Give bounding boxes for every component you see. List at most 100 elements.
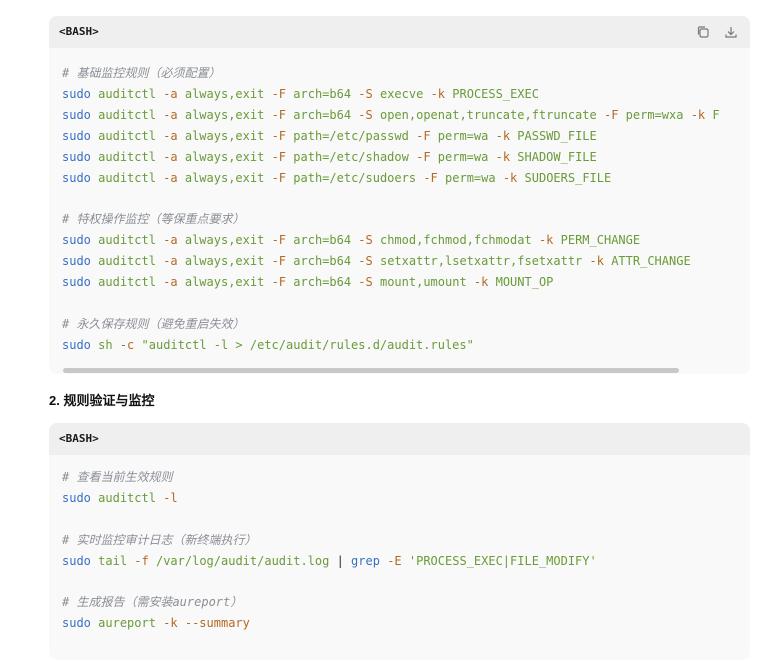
- code-token: # 生成报告（需安装aureport）: [62, 595, 243, 610]
- code-token: # 实时监控审计日志（新终端执行）: [62, 532, 257, 547]
- code-token: -a: [163, 107, 178, 122]
- code-token: arch=b64: [293, 254, 352, 269]
- code-token: mount,umount: [379, 275, 467, 289]
- code-token: -F: [416, 128, 431, 143]
- code-token: sudo: [62, 128, 91, 143]
- code-token: -F: [416, 149, 431, 164]
- code-token: 'PROCESS_EXEC|FILE_MODIFY': [408, 553, 597, 568]
- code-token: auditctl: [98, 107, 156, 122]
- code-token: --summary: [184, 616, 250, 631]
- code-token: -k: [538, 233, 554, 248]
- code-token: perm=wa: [445, 170, 496, 185]
- code-block-1: <BASH> # 基础监控规则（必须配置） sudo auditctl -a al…: [49, 16, 750, 374]
- code-token: always,exit: [184, 275, 265, 289]
- code-token: sudo: [62, 170, 91, 185]
- code-token: PERM_CHANGE: [560, 233, 641, 248]
- horizontal-scrollbar[interactable]: [49, 368, 750, 374]
- code-token: F: [712, 107, 720, 122]
- code-token: always,exit: [184, 233, 265, 248]
- code-token: always,exit: [184, 107, 265, 122]
- code-token: sh: [98, 337, 113, 352]
- code-token: -S: [358, 275, 373, 289]
- code-line: sudo auditctl -a always,exit -F arch=b64…: [62, 232, 640, 248]
- code-token: -k: [690, 107, 706, 122]
- code-token: setxattr,lsetxattr,fsetxattr: [379, 254, 583, 269]
- code-token: sudo: [62, 337, 91, 352]
- code-comment-line: # 特权操作监控（等保重点要求）: [62, 211, 244, 227]
- code-token: -F: [271, 107, 287, 122]
- code-token: auditctl: [98, 254, 156, 269]
- language-label: <BASH>: [59, 25, 99, 38]
- code-comment-line: # 基础监控规则（必须配置）: [62, 65, 220, 81]
- code-token: /var/log/audit/audit.log: [155, 553, 330, 568]
- code-token: aureport: [98, 616, 156, 631]
- code-token: -a: [163, 128, 178, 143]
- code-token: arch=b64: [293, 233, 352, 248]
- code-token: -k: [502, 170, 518, 185]
- scrollbar-thumb[interactable]: [63, 368, 679, 373]
- code-line: sudo tail -f /var/log/audit/audit.log | …: [62, 553, 597, 569]
- code-comment-line: # 永久保存规则（避免重启失效）: [62, 316, 244, 332]
- code-token: ATTR_CHANGE: [611, 254, 691, 269]
- code-token: -a: [163, 233, 178, 248]
- code-token: sudo: [62, 275, 91, 289]
- code-token: open,openat,truncate,ftruncate: [379, 107, 597, 122]
- code-token: -k: [495, 128, 511, 143]
- language-label: <BASH>: [59, 432, 99, 445]
- code-token: -F: [271, 128, 287, 143]
- code-comment-line: # 实时监控审计日志（新终端执行）: [62, 532, 256, 548]
- code-line: sudo auditctl -a always,exit -F path=/et…: [62, 170, 611, 186]
- code-token: # 特权操作监控（等保重点要求）: [62, 212, 245, 227]
- code-token: perm=wa: [437, 128, 489, 143]
- code-token: auditctl: [98, 128, 156, 143]
- code-token: arch=b64: [293, 86, 352, 101]
- code-line: sudo auditctl -a always,exit -F arch=b64…: [62, 253, 691, 269]
- code-line: sudo auditctl -a always,exit -F path=/et…: [62, 128, 597, 144]
- code-token: -a: [163, 149, 178, 164]
- code-token: -S: [358, 254, 373, 269]
- download-icon[interactable]: [724, 25, 738, 39]
- code-token: -k: [430, 86, 446, 101]
- code-token: -k: [495, 149, 511, 164]
- code-token: PROCESS_EXEC: [452, 86, 539, 101]
- code-token: -F: [271, 170, 287, 185]
- code-token: sudo: [62, 553, 91, 568]
- code-token: -a: [163, 86, 178, 101]
- code-token: -F: [271, 233, 287, 248]
- code-line: sudo auditctl -a always,exit -F arch=b64…: [62, 107, 720, 123]
- code-token: auditctl: [98, 233, 156, 248]
- code-line: sudo auditctl -a always,exit -F path=/et…: [62, 149, 597, 165]
- code-token: -l: [163, 490, 178, 505]
- code-token: -F: [271, 86, 287, 101]
- code-token: path=/etc/passwd: [293, 128, 409, 143]
- copy-icon[interactable]: [696, 25, 710, 39]
- code-token: -E: [387, 553, 402, 568]
- code-token: auditctl: [98, 490, 156, 505]
- code-token: perm=wa: [437, 149, 489, 164]
- code-token: path=/etc/sudoers: [293, 170, 417, 185]
- code-token: sudo: [62, 86, 91, 101]
